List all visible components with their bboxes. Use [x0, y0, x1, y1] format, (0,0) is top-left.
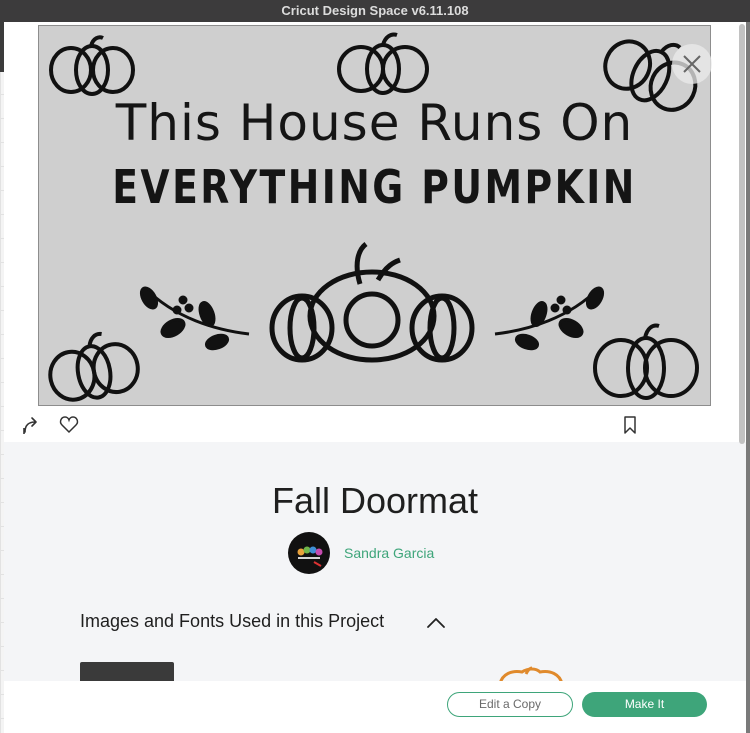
chevron-up-icon[interactable] — [424, 613, 448, 631]
pumpkin-top-left — [49, 35, 135, 96]
project-title: Fall Doormat — [271, 480, 479, 521]
preview-action-row — [4, 408, 746, 442]
close-button[interactable] — [672, 44, 712, 84]
close-icon — [683, 55, 701, 73]
heart-icon — [59, 416, 79, 434]
pumpkin-bottom-left — [48, 331, 140, 402]
design-text-line2: EVERYTHING PUMPKIN — [112, 160, 637, 214]
avatar-logo-icon — [297, 546, 323, 567]
make-it-button[interactable]: Make It — [582, 692, 707, 717]
pumpkin-cluster-center — [269, 242, 475, 363]
design-mat-preview: This House Runs On EVERYTHING PUMPKIN — [38, 25, 711, 406]
project-detail-modal: This House Runs On EVERYTHING PUMPKIN Fa… — [4, 22, 746, 733]
section-heading-images-fonts[interactable]: Images and Fonts Used in this Project — [80, 611, 384, 632]
like-button[interactable] — [58, 414, 80, 436]
bookmark-button[interactable] — [619, 414, 641, 436]
author-name-link[interactable]: Sandra Garcia — [344, 545, 434, 561]
author-avatar[interactable] — [288, 532, 330, 574]
leaf-branch-left — [139, 286, 250, 351]
project-preview: This House Runs On EVERYTHING PUMPKIN — [4, 22, 746, 408]
share-button[interactable] — [20, 414, 42, 436]
pumpkin-top-center — [337, 32, 429, 95]
modal-footer: Edit a Copy Make It — [4, 681, 746, 733]
author-row: Sandra Garcia — [288, 532, 434, 574]
design-text-line1: This House Runs On — [115, 94, 634, 152]
bookmark-icon — [624, 416, 636, 434]
share-arrow-icon — [23, 417, 37, 434]
window-title: Cricut Design Space v6.11.108 — [281, 3, 469, 18]
edit-a-copy-button[interactable]: Edit a Copy — [447, 692, 573, 717]
window-edge — [746, 22, 750, 733]
window-titlebar: Cricut Design Space v6.11.108 — [0, 0, 750, 22]
modal-scrollbar[interactable] — [736, 22, 746, 681]
pumpkin-bottom-right — [593, 323, 699, 400]
scrollbar-thumb[interactable] — [739, 24, 745, 444]
